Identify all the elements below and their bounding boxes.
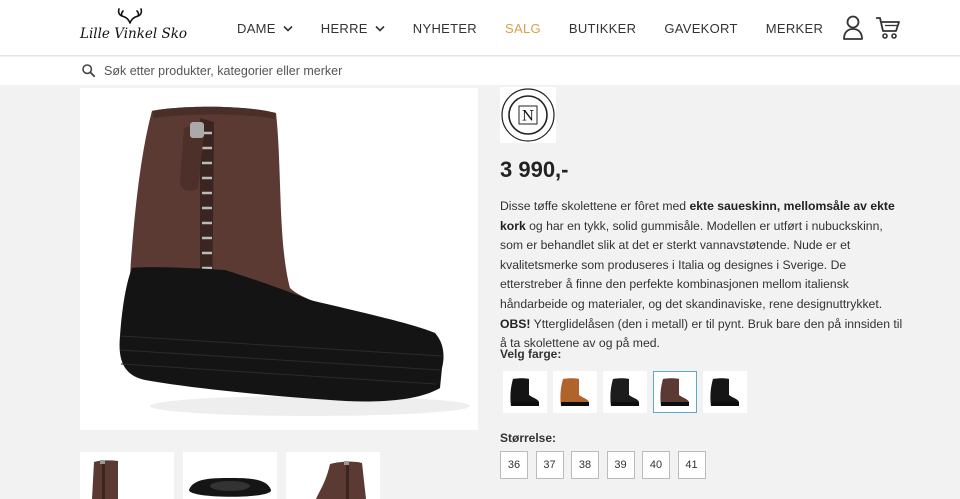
thumbnail-boot-side-image xyxy=(316,461,366,499)
antlers-icon xyxy=(117,8,143,24)
cart-icon[interactable] xyxy=(875,15,901,40)
chevron-down-icon xyxy=(375,25,385,32)
thumbnail-3[interactable] xyxy=(286,452,380,499)
size-option-41[interactable]: 41 xyxy=(677,451,706,479)
swatch-boot-image xyxy=(710,378,739,406)
thumbnail-1[interactable] xyxy=(80,452,174,499)
size-option-37[interactable]: 37 xyxy=(535,451,564,479)
size-selector: 36 37 38 39 40 41 xyxy=(500,451,713,479)
main-nav: DAME HERRE NYHETER SALG BUTIKKER GAVEKORT MERK… xyxy=(237,0,851,56)
search-input[interactable] xyxy=(104,61,604,81)
nav-item-label: SALG xyxy=(505,20,541,36)
nav-item-label: BUTIKKER xyxy=(568,20,637,36)
size-option-38[interactable]: 38 xyxy=(571,451,599,479)
description-text: Ytterglidelåsen (den i metall) er til py… xyxy=(500,316,903,351)
color-swatch-black-zip[interactable] xyxy=(603,371,647,413)
description-text: og har en tykk, solid gummisåle. Modelle… xyxy=(500,218,883,311)
nav-item-label: MERKER xyxy=(765,20,824,36)
nav-item-label: NYHETER xyxy=(412,20,477,36)
search-bar xyxy=(0,57,960,85)
color-swatch-black[interactable] xyxy=(503,371,547,413)
brand-monogram: N xyxy=(522,109,534,125)
product-main-image[interactable] xyxy=(80,88,478,430)
color-label: Velg farge: xyxy=(500,347,562,361)
color-swatches xyxy=(503,371,753,413)
nav-item-nyheter[interactable]: NYHETER xyxy=(413,21,477,36)
product-description: Disse tøffe skolettene er fôret med ekte… xyxy=(500,197,905,354)
swatch-boot-image xyxy=(510,378,539,406)
thumbnail-sole-image xyxy=(189,478,272,497)
thumbnail-boot-image xyxy=(92,460,118,499)
description-emphasis: OBS! xyxy=(500,316,531,331)
size-option-40[interactable]: 40 xyxy=(642,451,670,479)
boot-image xyxy=(119,106,470,416)
nav-item-label: GAVEKORT xyxy=(664,20,738,36)
chevron-down-icon xyxy=(283,25,293,32)
nav-item-merker[interactable]: MERKER xyxy=(766,21,823,36)
search-icon xyxy=(82,64,95,77)
swatch-boot-image xyxy=(610,378,639,406)
size-label: Størrelse: xyxy=(500,431,557,445)
color-swatch-black-2[interactable] xyxy=(703,371,747,413)
brand-seal-icon: N xyxy=(501,88,555,142)
site-header: Lille Vinkel Sko DAME HERRE NYHETER SALG BUT… xyxy=(0,0,960,56)
thumbnail-2[interactable] xyxy=(183,452,277,499)
swatch-boot-image xyxy=(560,378,589,406)
nav-item-herre[interactable]: HERRE xyxy=(321,21,385,36)
nav-item-butikker[interactable]: BUTIKKER xyxy=(569,21,636,36)
color-swatch-cognac[interactable] xyxy=(553,371,597,413)
size-option-36[interactable]: 36 xyxy=(500,451,528,479)
product-thumbnails xyxy=(80,452,389,499)
description-text: Disse tøffe skolettene er fôret med xyxy=(500,199,690,213)
logo-wordmark: Lille Vinkel Sko xyxy=(80,26,188,42)
nav-item-gavekort[interactable]: GAVEKORT xyxy=(664,21,737,36)
nav-item-label: DAME xyxy=(237,20,276,36)
user-icon[interactable] xyxy=(842,15,864,40)
color-swatch-brown[interactable] xyxy=(653,371,697,413)
size-option-39[interactable]: 39 xyxy=(606,451,635,479)
nav-item-salg[interactable]: SALG xyxy=(505,21,541,36)
site-logo[interactable]: Lille Vinkel Sko xyxy=(80,8,188,48)
brand-logo[interactable]: N xyxy=(500,87,556,143)
swatch-boot-image xyxy=(660,378,689,406)
nav-item-dame[interactable]: DAME xyxy=(237,21,293,36)
product-price: 3 990,- xyxy=(500,157,569,182)
nav-item-label: HERRE xyxy=(320,20,368,36)
